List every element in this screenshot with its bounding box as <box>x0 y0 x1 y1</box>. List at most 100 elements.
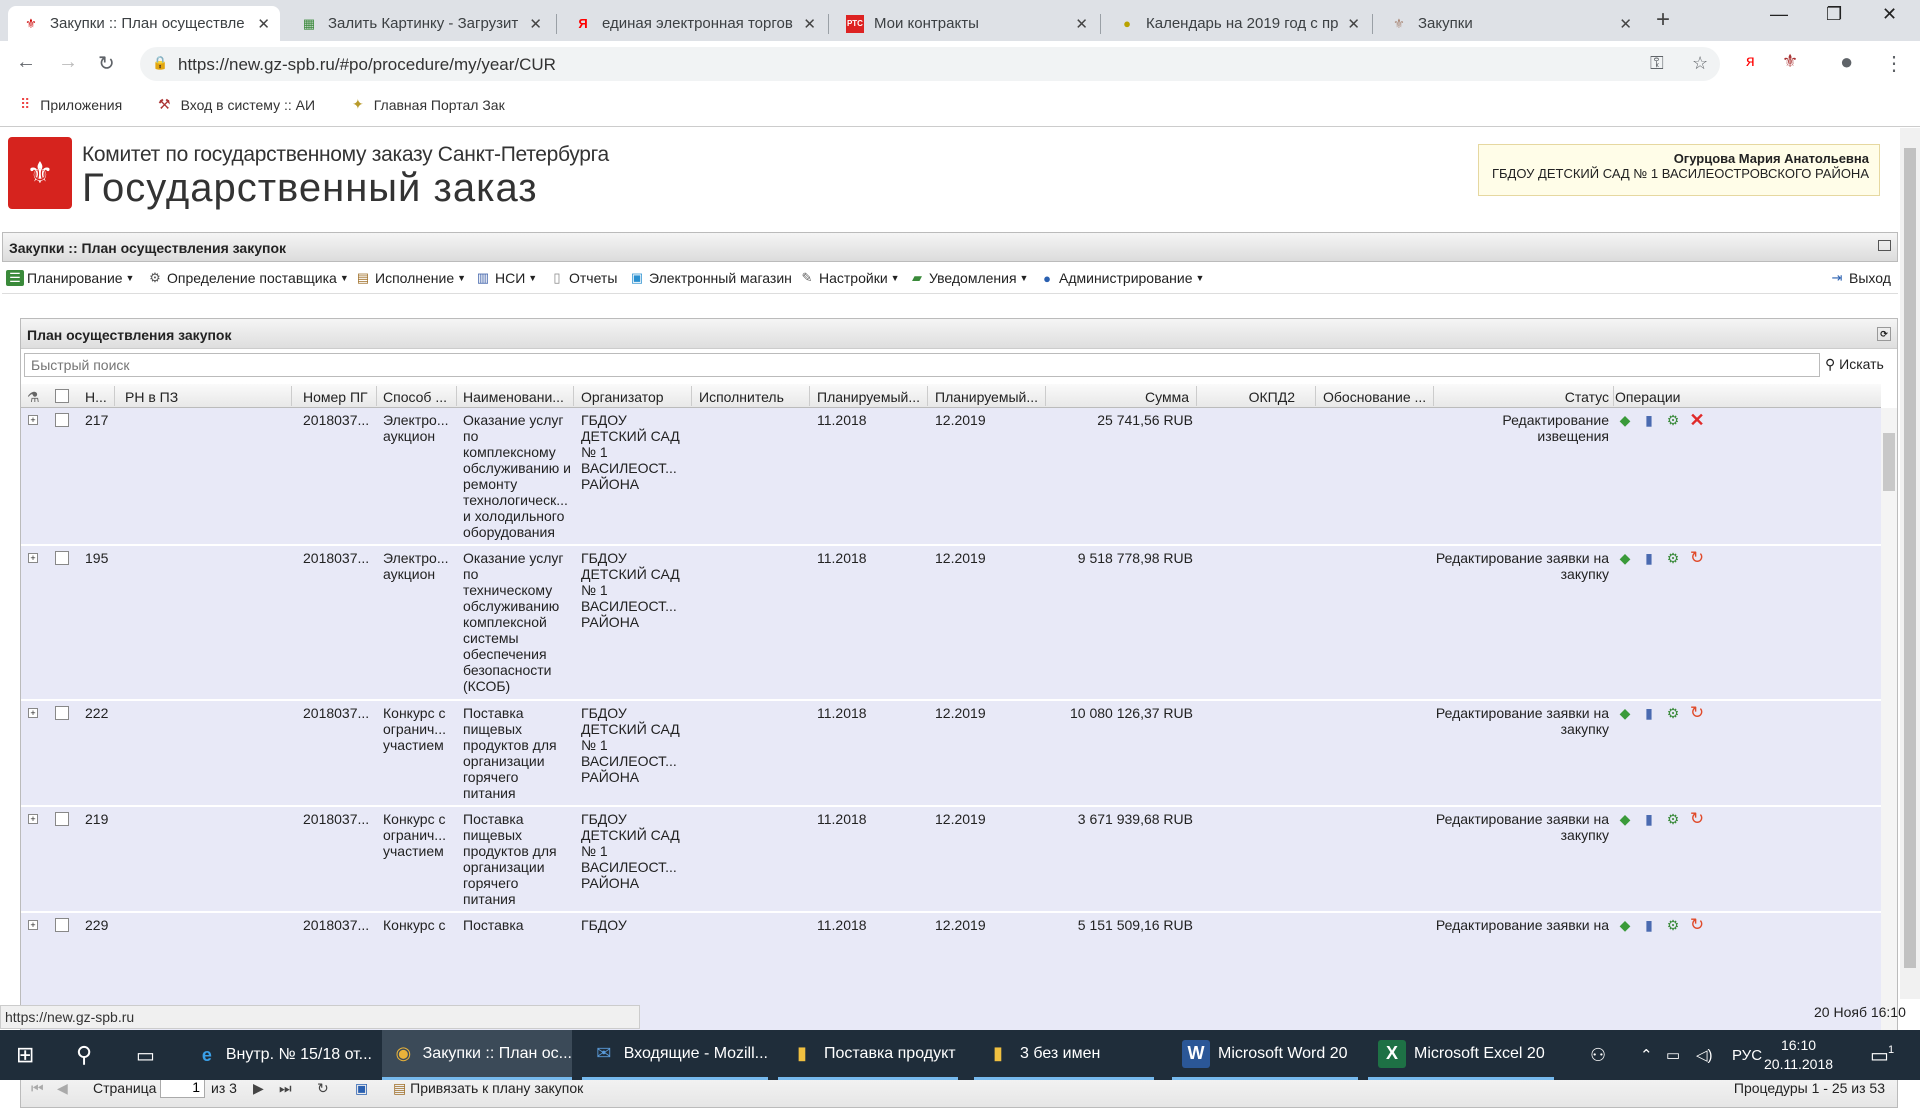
taskbar-thunderbird[interactable]: ✉ Входящие - Mozill... <box>582 1030 768 1080</box>
col-justification[interactable]: Обоснование ... <box>1323 389 1433 405</box>
bind-plan-button[interactable]: ▤ Привязать к плану закупок <box>393 1080 583 1097</box>
chart-op-icon[interactable]: ▮ <box>1639 549 1659 567</box>
chart-op-icon[interactable]: ▮ <box>1639 411 1659 429</box>
close-icon[interactable]: ✕ <box>1075 15 1088 33</box>
language-indicator[interactable]: РУС <box>1732 1030 1762 1080</box>
back-arrow-icon[interactable]: ← <box>16 51 36 74</box>
menu-settings[interactable]: ✎ Настройки ▼ <box>798 270 900 286</box>
taskbar-excel[interactable]: X Microsoft Excel 20 <box>1368 1030 1554 1080</box>
col-okpd2[interactable]: ОКПД2 <box>1203 389 1295 405</box>
search-button[interactable]: ⚲ Искать <box>1825 356 1884 373</box>
delete-op-icon[interactable]: ✕ <box>1687 410 1707 430</box>
filter-clear-icon[interactable]: ⚗ <box>27 389 40 406</box>
col-name[interactable]: Наименовани... <box>463 389 573 405</box>
table-row[interactable]: + 217 2018037... Электро... аукцион Оказ… <box>21 408 1881 546</box>
menu-admin[interactable]: ● Администрирование ▼ <box>1038 270 1204 286</box>
url-field[interactable]: 🔒 https://new.gz-spb.ru/#po/procedure/my… <box>140 47 1720 81</box>
undo-op-icon[interactable]: ↻ <box>1687 809 1707 828</box>
notification-center-icon[interactable]: ▭ <box>1870 1030 1889 1080</box>
col-rn-pz[interactable]: РН в ПЗ <box>125 389 285 405</box>
save-icon[interactable]: ▣ <box>355 1080 368 1097</box>
select-all-checkbox[interactable] <box>55 389 69 403</box>
exit-button[interactable]: ⇥ Выход <box>1828 270 1891 286</box>
menu-kebab-icon[interactable]: ⋮ <box>1884 51 1904 76</box>
expand-row-icon[interactable]: + <box>28 920 38 930</box>
chart-op-icon[interactable]: ▮ <box>1639 916 1659 934</box>
tray-chevron-icon[interactable]: ⌃ <box>1640 1030 1653 1080</box>
edit-op-icon[interactable]: ◆ <box>1615 810 1635 828</box>
menu-notifications[interactable]: ▰ Уведомления ▼ <box>908 270 1028 286</box>
edit-op-icon[interactable]: ◆ <box>1615 411 1635 429</box>
menu-eshop[interactable]: ▣ Электронный магазин <box>628 270 792 286</box>
first-page-icon[interactable]: ⏮ <box>31 1080 44 1097</box>
forward-arrow-icon[interactable]: → <box>58 51 78 74</box>
menu-execution[interactable]: ▤ Исполнение ▼ <box>354 270 466 286</box>
row-checkbox[interactable] <box>55 413 69 427</box>
col-pg-number[interactable]: Номер ПГ <box>303 389 373 405</box>
expand-row-icon[interactable]: + <box>28 415 38 425</box>
refresh-panel-icon[interactable]: ⟳ <box>1877 327 1891 341</box>
row-checkbox[interactable] <box>55 918 69 932</box>
taskbar-word[interactable]: W Microsoft Word 20 <box>1172 1030 1358 1080</box>
new-tab-plus-icon[interactable]: + <box>1656 6 1670 34</box>
last-page-icon[interactable]: ⏭ <box>279 1080 292 1097</box>
chart-op-icon[interactable]: ▮ <box>1639 810 1659 828</box>
next-page-icon[interactable]: ▶ <box>253 1080 264 1097</box>
minimize-icon[interactable]: — <box>1770 4 1788 25</box>
col-operations[interactable]: Операции <box>1615 389 1715 405</box>
row-checkbox[interactable] <box>55 706 69 720</box>
undo-op-icon[interactable]: ↻ <box>1687 703 1707 722</box>
taskbar-folder-2[interactable]: ▮ 3 без имен <box>974 1030 1154 1080</box>
gears-op-icon[interactable]: ⚙ <box>1663 704 1683 722</box>
search-icon[interactable]: ⚲ <box>76 1030 92 1080</box>
tab-yandex[interactable]: Я единая электронная торгов ✕ <box>560 6 826 41</box>
tab-image-host[interactable]: ▦ Залить Картинку - Загрузит ✕ <box>286 6 552 41</box>
volume-icon[interactable]: ◁) <box>1696 1030 1713 1080</box>
col-planned-start[interactable]: Планируемый... <box>817 389 927 405</box>
row-checkbox[interactable] <box>55 812 69 826</box>
page-scrollbar[interactable] <box>1900 128 1920 999</box>
table-row[interactable]: + 195 2018037... Электро... аукцион Оказ… <box>21 546 1881 701</box>
chart-op-icon[interactable]: ▮ <box>1639 704 1659 722</box>
col-status[interactable]: Статус <box>1441 389 1609 405</box>
grid-scrollbar[interactable] <box>1881 408 1897 1067</box>
close-icon[interactable]: ✕ <box>257 15 270 33</box>
people-icon[interactable]: ⚇ <box>1590 1030 1606 1080</box>
row-checkbox[interactable] <box>55 551 69 565</box>
tab-calendar[interactable]: ● Календарь на 2019 год с пр ✕ <box>1104 6 1370 41</box>
gears-op-icon[interactable]: ⚙ <box>1663 810 1683 828</box>
expand-row-icon[interactable]: + <box>28 708 38 718</box>
close-icon[interactable]: ✕ <box>1619 15 1632 33</box>
expand-row-icon[interactable]: + <box>28 553 38 563</box>
col-executor[interactable]: Исполнитель <box>699 389 809 405</box>
gears-op-icon[interactable]: ⚙ <box>1663 549 1683 567</box>
menu-nsi[interactable]: ▥ НСИ ▼ <box>474 270 537 286</box>
col-planned-end[interactable]: Планируемый... <box>935 389 1045 405</box>
edit-op-icon[interactable]: ◆ <box>1615 916 1635 934</box>
menu-supplier[interactable]: ⚙ Определение поставщика ▼ <box>146 270 349 286</box>
close-icon[interactable]: ✕ <box>803 15 816 33</box>
gears-op-icon[interactable]: ⚙ <box>1663 916 1683 934</box>
yandex-extension-icon[interactable]: я <box>1746 53 1755 71</box>
taskbar-chrome[interactable]: ◉ Закупки :: План ос... <box>382 1030 572 1080</box>
maximize-icon[interactable]: ❐ <box>1826 4 1842 25</box>
col-number[interactable]: Н... <box>85 389 113 405</box>
menu-planning[interactable]: ☰ Планирование ▼ <box>6 270 134 286</box>
window-close-icon[interactable]: ✕ <box>1882 4 1897 25</box>
quick-search-input[interactable] <box>24 353 1820 377</box>
table-row[interactable]: + 222 2018037... Конкурс с огранич... уч… <box>21 701 1881 807</box>
undo-op-icon[interactable]: ↻ <box>1687 548 1707 567</box>
prev-page-icon[interactable]: ◀ <box>57 1080 68 1097</box>
bookmark-login[interactable]: ⚒ Вход в систему :: АИ <box>158 96 315 113</box>
collapse-icon[interactable] <box>1878 240 1891 251</box>
menu-reports[interactable]: ▯ Отчеты <box>548 270 617 286</box>
undo-op-icon[interactable]: ↻ <box>1687 915 1707 934</box>
close-icon[interactable]: ✕ <box>529 15 542 33</box>
tab-zakupki[interactable]: ⚜ Закупки ✕ <box>1376 6 1642 41</box>
expand-row-icon[interactable]: + <box>28 814 38 824</box>
tab-rts-contracts[interactable]: РТС Мои контракты ✕ <box>832 6 1098 41</box>
reload-icon[interactable]: ↻ <box>98 51 115 76</box>
tab-zakupki-plan[interactable]: ⚜ Закупки :: План осуществле ✕ <box>8 6 280 41</box>
network-icon[interactable]: ▭ <box>1666 1030 1680 1080</box>
table-row[interactable]: + 219 2018037... Конкурс с огранич... уч… <box>21 807 1881 913</box>
